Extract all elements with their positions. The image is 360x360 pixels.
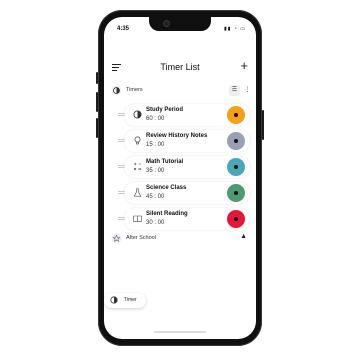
timer-row[interactable]: Study Period 60 : 00 — [118, 104, 250, 126]
phone-volume-up-button — [96, 92, 98, 112]
tree-view-icon[interactable]: ⋮ — [242, 85, 253, 96]
timer-color-button[interactable] — [227, 132, 245, 150]
notch — [149, 17, 211, 31]
list-view-icon[interactable]: ☰ — [229, 85, 240, 96]
clock-half-icon — [133, 110, 142, 119]
timer-duration: 45 : 00 — [146, 194, 165, 200]
new-timer-button[interactable]: Timer — [104, 293, 146, 308]
drag-handle-icon[interactable] — [118, 217, 125, 221]
timer-name: Study Period — [146, 107, 184, 113]
timer-row[interactable]: Math Tutorial 35 : 00 — [118, 156, 250, 178]
timer-duration: 35 : 00 — [146, 168, 165, 174]
book-icon — [133, 215, 142, 222]
timer-color-button[interactable] — [227, 184, 245, 202]
status-time: 4:35 — [117, 26, 130, 32]
lightbulb-icon — [134, 136, 141, 145]
phone-side-button — [96, 72, 98, 84]
camera-icon — [163, 20, 170, 27]
timer-duration: 15 : 00 — [146, 142, 165, 148]
timer-duration: 30 : 00 — [146, 220, 165, 226]
drag-handle-icon[interactable] — [118, 139, 125, 143]
new-timer-label: Timer — [124, 297, 137, 303]
star-icon — [111, 233, 122, 244]
status-icons: ▮▮ ◔ ▭ — [223, 26, 246, 32]
drag-handle-icon[interactable] — [118, 191, 125, 195]
home-indicator — [154, 331, 206, 333]
math-icon — [133, 162, 141, 171]
timer-name: Review History Notes — [146, 133, 208, 139]
drag-handle-icon[interactable] — [118, 113, 125, 117]
phone-power-button — [262, 110, 264, 140]
timer-row[interactable]: Silent Reading 30 : 00 — [118, 208, 250, 230]
timer-row[interactable]: Science Class 45 : 00 — [118, 182, 250, 204]
timer-color-button[interactable] — [227, 210, 245, 228]
timer-name: Math Tutorial — [146, 159, 184, 165]
flask-icon — [133, 188, 142, 197]
timer-color-button[interactable] — [227, 106, 245, 124]
chevron-up-icon[interactable]: ▲ — [240, 233, 247, 240]
app-header: Timer List + — [104, 57, 256, 77]
timer-color-button[interactable] — [227, 158, 245, 176]
timer-row[interactable]: Review History Notes 15 : 00 — [118, 130, 250, 152]
timer-name: Silent Reading — [146, 211, 188, 217]
timers-section-label: Timers — [126, 87, 143, 93]
page-title: Timer List — [160, 62, 200, 72]
timers-section-header[interactable]: Timers ☰ ⋮ — [104, 83, 256, 99]
after-school-section-header[interactable]: After School ▲ — [104, 231, 256, 247]
add-timer-button[interactable]: + — [240, 58, 248, 74]
phone-volume-down-button — [96, 118, 98, 138]
timer-duration: 60 : 00 — [146, 116, 165, 122]
after-school-section-label: After School — [126, 235, 156, 241]
timer-icon — [110, 296, 118, 304]
app-screen: 4:35 ▮▮ ◔ ▭ Timer List + Timers ☰ ⋮ Stud… — [104, 17, 256, 339]
timer-name: Science Class — [146, 185, 187, 191]
drag-handle-icon[interactable] — [118, 165, 125, 169]
timer-group-icon — [111, 85, 122, 96]
